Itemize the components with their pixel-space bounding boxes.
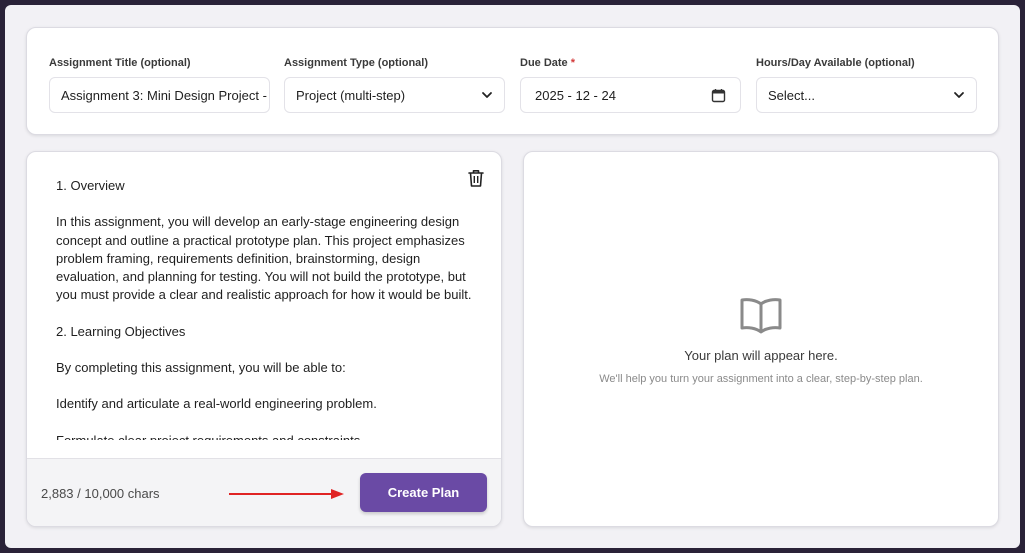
due-date-value: 2025 - 12 - 24 [535,87,616,103]
assignment-type-label: Assignment Type (optional) [284,57,429,69]
plan-empty-subtitle: We'll help you turn your assignment into… [599,373,923,385]
assignment-details-card: Assignment Title (optional) Assignment 3… [26,27,999,135]
editor-paragraph: By completing this assignment, you will … [56,359,346,375]
editor-footer: 2,883 / 10,000 chars Create Plan [27,458,501,526]
chevron-down-icon [482,92,492,98]
create-plan-button[interactable]: Create Plan [360,473,487,512]
arrow-right-icon [229,489,344,499]
calendar-icon[interactable] [711,88,726,103]
editor-paragraph: In this assignment, you will develop an … [56,214,472,303]
hours-per-day-value: Select... [768,87,815,103]
app-frame: Assignment Title (optional) Assignment 3… [5,5,1020,548]
editor-paragraph: Formulate clear project requirements and… [56,432,476,440]
chevron-down-icon [954,92,964,98]
assignment-title-input[interactable]: Assignment 3: Mini Design Project - Engi… [49,77,270,113]
due-date-label: Due Date * [520,57,575,69]
assignment-type-select[interactable]: Project (multi-step) [284,77,505,113]
due-date-input[interactable]: 2025 - 12 - 24 [520,77,741,113]
editor-paragraph: Identify and articulate a real-world eng… [56,396,377,412]
editor-paragraph: 2. Learning Objectives [56,323,186,339]
assignment-text-area[interactable]: 1. Overview In this assignment, you will… [56,177,476,440]
assignment-editor-card: 1. Overview In this assignment, you will… [26,151,502,527]
plan-empty-title: Your plan will appear here. [684,348,838,363]
required-mark: * [570,57,576,69]
char-count: 2,883 / 10,000 chars [41,486,160,501]
hours-per-day-select[interactable]: Select... [756,77,977,113]
assignment-type-value: Project (multi-step) [296,87,406,103]
plan-output-card: Your plan will appear here. We'll help y… [523,151,999,527]
assignment-title-label: Assignment Title (optional) [49,57,191,69]
hours-per-day-label: Hours/Day Available (optional) [756,57,915,69]
editor-paragraph: 1. Overview [56,178,125,193]
due-date-label-text: Due Date [520,57,568,69]
book-icon [740,298,782,334]
